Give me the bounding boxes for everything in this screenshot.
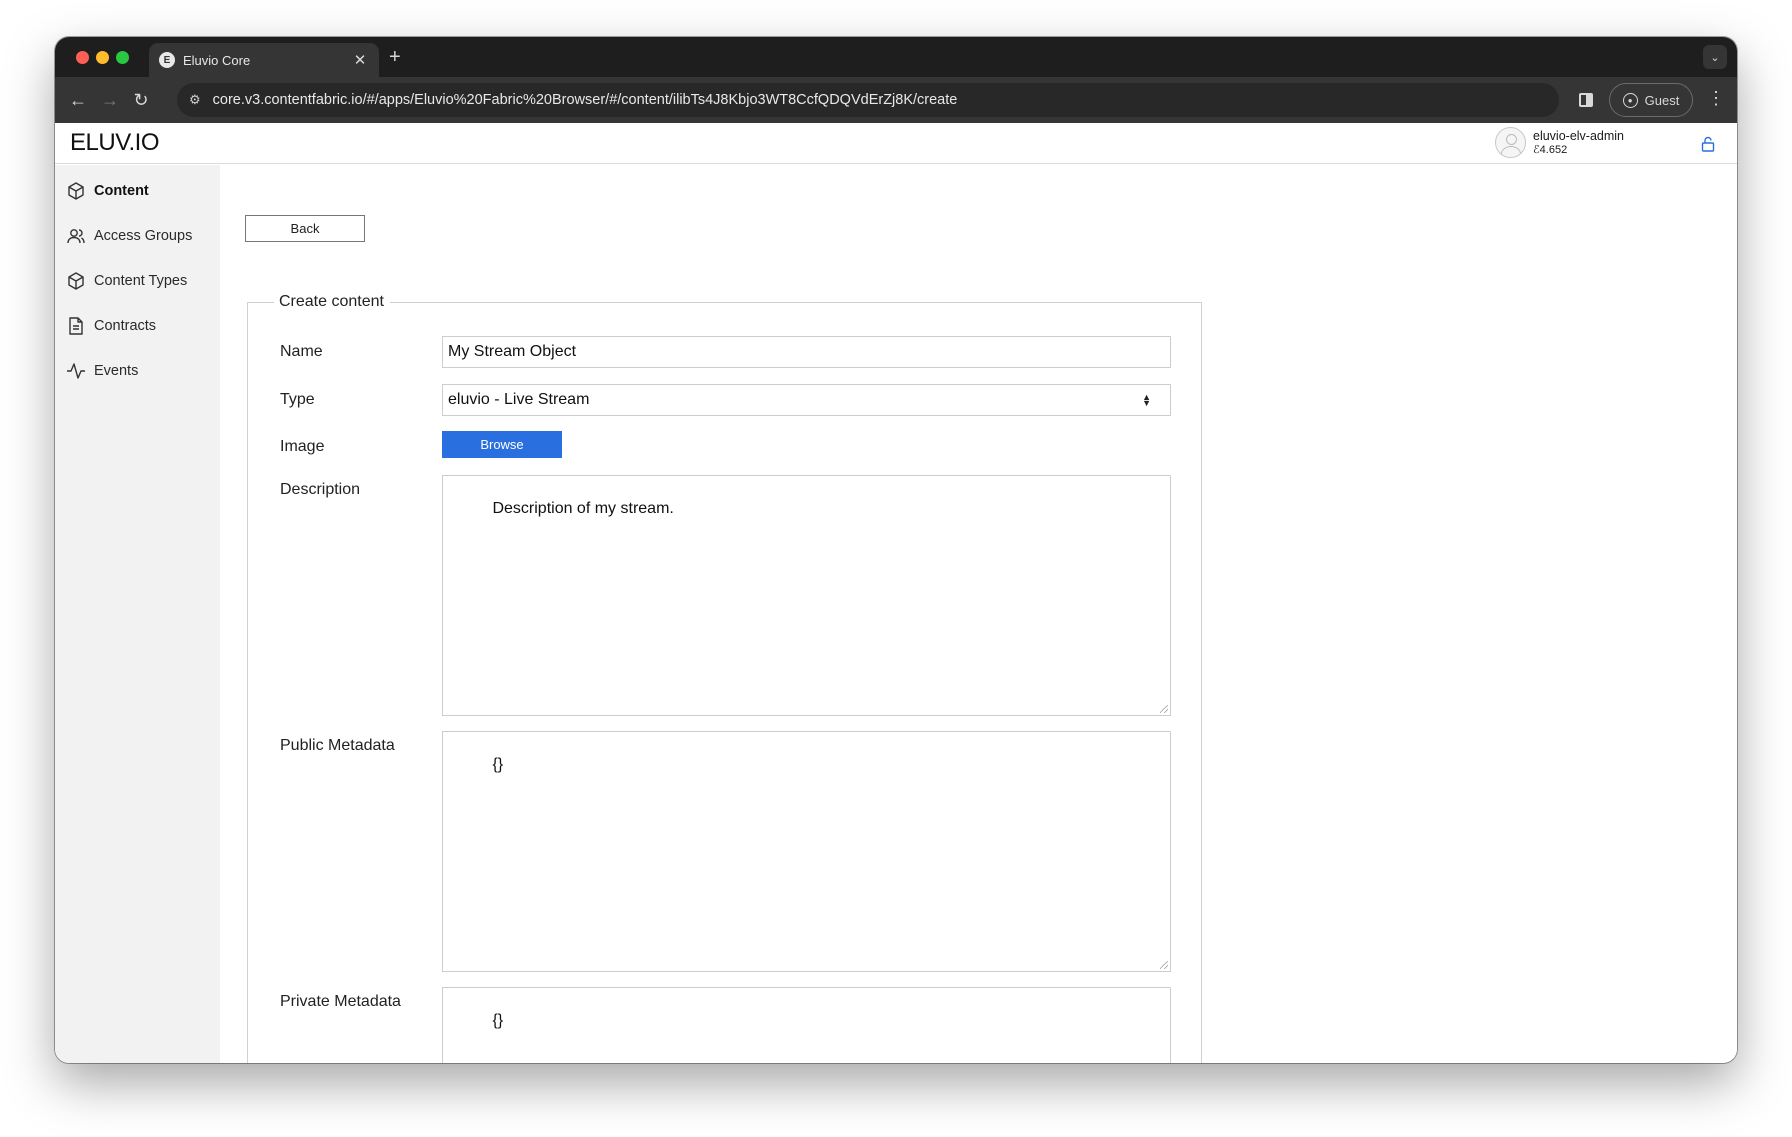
minimize-window-button[interactable]	[96, 51, 109, 64]
browser-window: E Eluvio Core ✕ + ⌄ ← → ↻ ⚙ core.v3.cont…	[55, 37, 1737, 1063]
account-info[interactable]: eluvio-elv-admin ℰ4.652	[1495, 127, 1624, 158]
description-label: Description	[280, 481, 361, 498]
side-panel-icon[interactable]	[1575, 89, 1597, 111]
tab-strip: E Eluvio Core ✕ + ⌄	[55, 37, 1737, 77]
image-label: Image	[280, 438, 325, 455]
sidebar-item-content[interactable]: Content	[66, 179, 149, 203]
favicon-icon: E	[159, 52, 175, 68]
address-bar[interactable]: ⚙ core.v3.contentfabric.io/#/apps/Eluvio…	[177, 83, 1559, 117]
site-settings-icon[interactable]: ⚙	[189, 92, 201, 108]
tab-search-icon[interactable]: ⌄	[1703, 45, 1727, 69]
page-content: ELUV.IO eluvio-elv-admin ℰ4.652 Content …	[55, 123, 1737, 1063]
logo[interactable]: ELUV.IO	[70, 129, 160, 157]
profile-icon: ●	[1622, 92, 1638, 108]
sidebar-item-events[interactable]: Events	[66, 359, 138, 383]
browse-button[interactable]: Browse	[442, 431, 562, 458]
cube-icon	[68, 272, 84, 290]
private-metadata-text: {}	[492, 1012, 504, 1029]
maximize-window-button[interactable]	[116, 51, 129, 64]
document-icon	[69, 317, 83, 335]
sidebar-item-label: Events	[94, 363, 139, 379]
avatar	[1495, 127, 1526, 158]
back-button[interactable]: Back	[245, 215, 365, 242]
profile-button[interactable]: ● Guest	[1609, 83, 1693, 117]
forward-arrow-icon[interactable]: →	[97, 87, 123, 113]
create-content-form: Create content Name My Stream Object Typ…	[247, 293, 1202, 1063]
name-input[interactable]: My Stream Object	[442, 336, 1171, 368]
sidebar-item-label: Content Types	[94, 273, 188, 289]
public-metadata-text: {}	[492, 756, 504, 773]
resize-handle-icon[interactable]	[1160, 705, 1168, 713]
close-window-button[interactable]	[76, 51, 89, 64]
sidebar-item-content-types[interactable]: Content Types	[66, 269, 187, 293]
sidebar-item-label: Contracts	[94, 318, 157, 334]
app-header: ELUV.IO eluvio-elv-admin ℰ4.652	[55, 123, 1737, 164]
url-text: core.v3.contentfabric.io/#/apps/Eluvio%2…	[212, 92, 958, 108]
name-label: Name	[280, 343, 323, 360]
resize-handle-icon[interactable]	[1160, 961, 1168, 969]
type-label: Type	[280, 391, 315, 408]
sidebar: Content Access Groups Content Types Cont…	[55, 165, 220, 1063]
profile-label: Guest	[1644, 92, 1680, 108]
sidebar-item-contracts[interactable]: Contracts	[66, 314, 156, 338]
new-tab-icon[interactable]: +	[389, 46, 401, 69]
sidebar-item-label: Access Groups	[94, 228, 193, 244]
description-textarea[interactable]: Description of my stream.	[442, 475, 1171, 716]
back-arrow-icon[interactable]: ←	[65, 87, 91, 113]
account-name: eluvio-elv-admin	[1533, 128, 1625, 143]
account-balance: ℰ4.652	[1533, 143, 1624, 157]
type-select[interactable]: eluvio - Live Stream ▲ ▼	[442, 384, 1171, 416]
main-content: Back Create content Name My Stream Objec…	[220, 165, 1737, 1063]
description-text: Description of my stream.	[492, 500, 674, 517]
unlock-icon[interactable]	[1700, 136, 1716, 152]
browser-menu-icon[interactable]: ⋮	[1707, 89, 1725, 107]
public-metadata-textarea[interactable]: {}	[442, 731, 1171, 972]
reload-icon[interactable]: ↻	[128, 87, 154, 113]
sidebar-item-label: Content	[94, 183, 149, 199]
browser-toolbar: ← → ↻ ⚙ core.v3.contentfabric.io/#/apps/…	[55, 77, 1737, 123]
select-arrows-icon: ▲ ▼	[1142, 392, 1151, 408]
private-metadata-label: Private Metadata	[280, 993, 401, 1010]
tab-title: Eluvio Core	[183, 52, 251, 68]
tab-close-icon[interactable]: ✕	[351, 51, 369, 69]
sidebar-item-access-groups[interactable]: Access Groups	[66, 224, 192, 248]
type-select-value: eluvio - Live Stream	[448, 391, 590, 408]
users-icon	[67, 229, 85, 244]
currency-icon: ℰ	[1533, 143, 1540, 156]
public-metadata-label: Public Metadata	[280, 737, 395, 754]
private-metadata-textarea[interactable]: {}	[442, 987, 1171, 1063]
cube-icon	[68, 182, 84, 200]
form-legend: Create content	[274, 293, 390, 311]
balance-value: 4.652	[1539, 143, 1568, 156]
browser-tab[interactable]: E Eluvio Core ✕	[149, 43, 379, 77]
activity-icon	[67, 363, 85, 379]
